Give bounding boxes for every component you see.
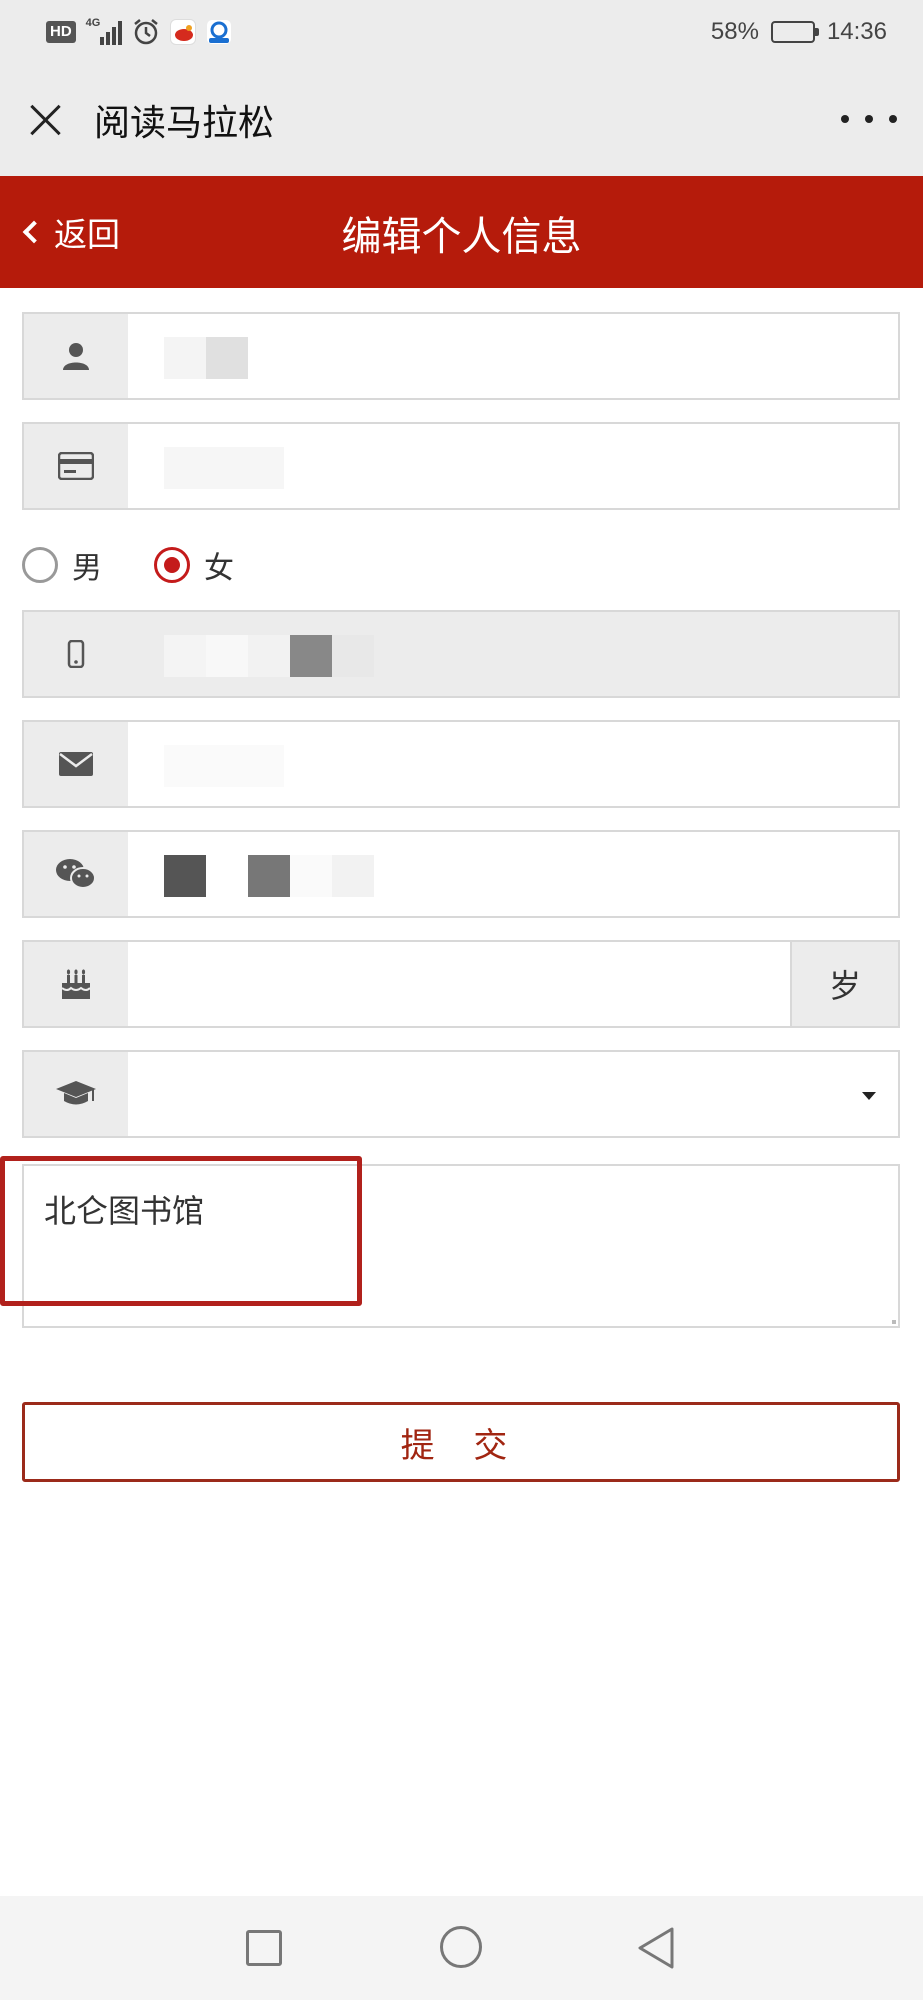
name-field[interactable] — [22, 312, 900, 400]
status-icons-left: HD 4G — [46, 14, 232, 50]
graduation-cap-icon — [24, 1052, 128, 1136]
alarm-icon — [133, 19, 158, 45]
wechat-icon — [24, 832, 128, 916]
age-unit: 岁 — [790, 942, 898, 1026]
redacted-value — [164, 337, 248, 379]
more-icon[interactable] — [841, 104, 897, 134]
signal-icon: 4G — [85, 17, 122, 45]
gender-radio-group: 男 女 — [22, 540, 234, 590]
network-type: 4G — [85, 17, 101, 29]
recent-apps-icon[interactable] — [246, 1930, 282, 1966]
cake-icon — [24, 942, 128, 1026]
redacted-value — [164, 635, 374, 677]
battery-percent: 58% — [710, 18, 759, 45]
email-icon — [24, 722, 128, 806]
submit-button[interactable]: 提 交 — [22, 1402, 900, 1482]
highlight-box — [0, 1156, 362, 1306]
page-title: 编辑个人信息 — [341, 214, 582, 260]
age-field[interactable]: 岁 — [22, 940, 900, 1028]
redacted-value — [164, 447, 284, 489]
hd-icon: HD — [46, 21, 76, 43]
redacted-value — [164, 745, 284, 787]
chevron-down-icon — [862, 1092, 876, 1100]
back-icon[interactable] — [636, 1926, 676, 1970]
phone-field — [22, 610, 900, 698]
sina-icon — [169, 19, 196, 45]
system-nav-bar — [0, 1896, 923, 2000]
battery-icon — [770, 21, 819, 43]
email-field[interactable] — [22, 720, 900, 808]
clock: 14:36 — [826, 18, 887, 45]
app-title: 阅读马拉松 — [94, 103, 275, 144]
id-card-icon — [24, 424, 128, 508]
app-icon — [206, 19, 232, 45]
male-radio[interactable] — [22, 547, 58, 583]
phone-icon — [24, 612, 128, 696]
status-bar: HD 4G 58% 14:36 — [0, 0, 923, 64]
user-icon — [24, 314, 128, 398]
id-card-field[interactable] — [22, 422, 900, 510]
status-icons-right: 58% 14:36 — [711, 14, 887, 50]
male-label: 男 — [72, 551, 102, 586]
female-radio[interactable] — [154, 547, 190, 583]
page-header: 返回 编辑个人信息 — [0, 176, 923, 288]
home-icon[interactable] — [440, 1926, 482, 1968]
education-select[interactable] — [22, 1050, 900, 1138]
wechat-field[interactable] — [22, 830, 900, 918]
redacted-value — [164, 855, 374, 897]
wechat-title-bar: 阅读马拉松 — [0, 64, 923, 176]
close-icon[interactable] — [24, 98, 68, 142]
female-label: 女 — [204, 551, 234, 586]
resize-handle[interactable] — [886, 1314, 896, 1324]
